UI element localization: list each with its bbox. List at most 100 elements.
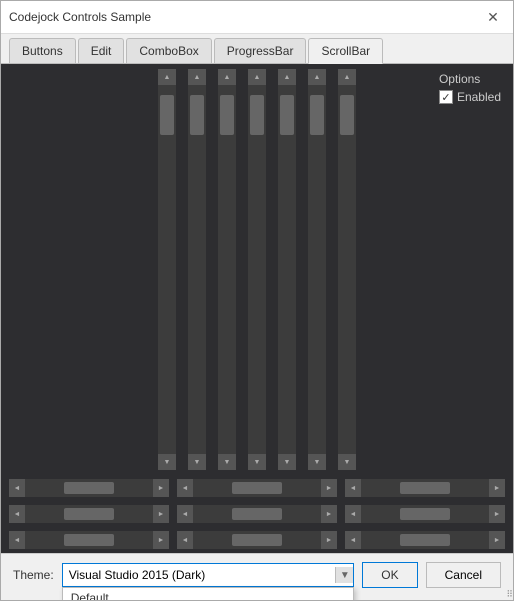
scroll-track-5 <box>278 85 296 454</box>
scroll-track-4 <box>248 85 266 454</box>
scroll-left-arrow-3-1[interactable]: ◄ <box>9 531 25 549</box>
hscrollbar-3-1[interactable]: ◄ ► <box>9 531 169 549</box>
hscrollbar-1-2[interactable]: ◄ ► <box>177 479 337 497</box>
scroll-up-arrow-6[interactable]: ▲ <box>308 69 326 85</box>
scroll-track-6 <box>308 85 326 454</box>
scroll-thumb-v-4[interactable] <box>250 95 264 135</box>
bottom-area: Theme: Visual Studio 2015 (Dark) ▼ Defau… <box>1 553 513 600</box>
scroll-right-arrow-2-2[interactable]: ► <box>321 505 337 523</box>
hscroll-track-2-1 <box>25 505 153 523</box>
options-panel: Options ✓ Enabled <box>439 72 501 104</box>
scroll-right-arrow-1-3[interactable]: ► <box>489 479 505 497</box>
theme-item-default[interactable]: Default <box>63 588 354 600</box>
scroll-thumb-v-7[interactable] <box>340 95 354 135</box>
hscroll-track-1-2 <box>193 479 321 497</box>
scroll-left-arrow-1-3[interactable]: ◄ <box>345 479 361 497</box>
scroll-down-arrow-5[interactable]: ▼ <box>278 454 296 470</box>
hscroll-thumb-2-1[interactable] <box>64 508 114 520</box>
scroll-left-arrow-2-2[interactable]: ◄ <box>177 505 193 523</box>
tab-scrollbar[interactable]: ScrollBar <box>308 38 383 64</box>
scroll-thumb-v-6[interactable] <box>310 95 324 135</box>
dropdown-arrow-icon: ▼ <box>335 567 353 583</box>
tab-combobox[interactable]: ComboBox <box>126 38 211 63</box>
vscrollbar-5[interactable]: ▲ ▼ <box>278 69 296 470</box>
scroll-down-arrow-2[interactable]: ▼ <box>188 454 206 470</box>
hscrollbar-2-1[interactable]: ◄ ► <box>9 505 169 523</box>
vscrollbar-6[interactable]: ▲ ▼ <box>308 69 326 470</box>
scroll-track-1 <box>158 85 176 454</box>
hscroll-thumb-1-1[interactable] <box>64 482 114 494</box>
scroll-right-arrow-3-2[interactable]: ► <box>321 531 337 549</box>
tab-edit[interactable]: Edit <box>78 38 125 63</box>
enabled-label: Enabled <box>457 90 501 104</box>
hscroll-track-2-3 <box>361 505 489 523</box>
hscrollbar-3-3[interactable]: ◄ ► <box>345 531 505 549</box>
scroll-right-arrow-2-1[interactable]: ► <box>153 505 169 523</box>
scroll-up-arrow-2[interactable]: ▲ <box>188 69 206 85</box>
scroll-left-arrow-3-3[interactable]: ◄ <box>345 531 361 549</box>
theme-selected-value: Visual Studio 2015 (Dark) <box>69 568 206 582</box>
hscrollbar-2-3[interactable]: ◄ ► <box>345 505 505 523</box>
theme-label: Theme: <box>13 568 54 582</box>
vscrollbar-4[interactable]: ▲ ▼ <box>248 69 266 470</box>
window-title: Codejock Controls Sample <box>9 10 151 24</box>
scroll-thumb-v-2[interactable] <box>190 95 204 135</box>
scroll-right-arrow-1-2[interactable]: ► <box>321 479 337 497</box>
resize-handle[interactable]: ⠿ <box>501 588 513 600</box>
scroll-left-arrow-2-3[interactable]: ◄ <box>345 505 361 523</box>
enabled-checkbox[interactable]: ✓ <box>439 90 453 104</box>
hscrollbar-1-1[interactable]: ◄ ► <box>9 479 169 497</box>
vscrollbar-7[interactable]: ▲ ▼ <box>338 69 356 470</box>
scroll-left-arrow-1-2[interactable]: ◄ <box>177 479 193 497</box>
close-button[interactable]: ✕ <box>481 7 505 27</box>
vscrollbar-2[interactable]: ▲ ▼ <box>188 69 206 470</box>
cancel-button[interactable]: Cancel <box>426 562 501 588</box>
hscroll-thumb-2-2[interactable] <box>232 508 282 520</box>
hscroll-thumb-3-3[interactable] <box>400 534 450 546</box>
scroll-thumb-v-3[interactable] <box>220 95 234 135</box>
hscroll-thumb-2-3[interactable] <box>400 508 450 520</box>
scroll-up-arrow-4[interactable]: ▲ <box>248 69 266 85</box>
scroll-down-arrow-7[interactable]: ▼ <box>338 454 356 470</box>
scroll-left-arrow-2-1[interactable]: ◄ <box>9 505 25 523</box>
scroll-down-arrow-3[interactable]: ▼ <box>218 454 236 470</box>
scroll-up-arrow-5[interactable]: ▲ <box>278 69 296 85</box>
scroll-track-3 <box>218 85 236 454</box>
hscroll-track-1-1 <box>25 479 153 497</box>
scroll-right-arrow-3-1[interactable]: ► <box>153 531 169 549</box>
tab-bar: Buttons Edit ComboBox ProgressBar Scroll… <box>1 34 513 64</box>
scroll-down-arrow-1[interactable]: ▼ <box>158 454 176 470</box>
scroll-track-7 <box>338 85 356 454</box>
scroll-up-arrow-3[interactable]: ▲ <box>218 69 236 85</box>
scroll-left-arrow-1-1[interactable]: ◄ <box>9 479 25 497</box>
scroll-thumb-v-1[interactable] <box>160 95 174 135</box>
scroll-thumb-v-5[interactable] <box>280 95 294 135</box>
scroll-up-arrow-1[interactable]: ▲ <box>158 69 176 85</box>
scroll-right-arrow-2-3[interactable]: ► <box>489 505 505 523</box>
hscrollbar-2-2[interactable]: ◄ ► <box>177 505 337 523</box>
hscroll-thumb-3-2[interactable] <box>232 534 282 546</box>
hscroll-thumb-1-2[interactable] <box>232 482 282 494</box>
hscroll-track-1-3 <box>361 479 489 497</box>
hscroll-track-3-2 <box>193 531 321 549</box>
hscroll-thumb-3-1[interactable] <box>64 534 114 546</box>
vscrollbar-3[interactable]: ▲ ▼ <box>218 69 236 470</box>
options-title: Options <box>439 72 501 86</box>
scroll-down-arrow-6[interactable]: ▼ <box>308 454 326 470</box>
tab-progressbar[interactable]: ProgressBar <box>214 38 307 63</box>
scroll-right-arrow-1-1[interactable]: ► <box>153 479 169 497</box>
tab-buttons[interactable]: Buttons <box>9 38 76 63</box>
demo-area: Options ✓ Enabled ▲ ▼ ▲ <box>1 64 513 553</box>
scroll-down-arrow-4[interactable]: ▼ <box>248 454 266 470</box>
vscrollbar-1[interactable]: ▲ ▼ <box>158 69 176 470</box>
hscroll-track-3-3 <box>361 531 489 549</box>
hscroll-thumb-1-3[interactable] <box>400 482 450 494</box>
ok-button[interactable]: OK <box>362 562 417 588</box>
theme-select[interactable]: Visual Studio 2015 (Dark) ▼ <box>62 563 355 587</box>
hscrollbar-1-3[interactable]: ◄ ► <box>345 479 505 497</box>
scroll-left-arrow-3-2[interactable]: ◄ <box>177 531 193 549</box>
hscrollbar-3-2[interactable]: ◄ ► <box>177 531 337 549</box>
scroll-right-arrow-3-3[interactable]: ► <box>489 531 505 549</box>
hscroll-row-3: ◄ ► ◄ ► ◄ <box>1 527 513 553</box>
scroll-up-arrow-7[interactable]: ▲ <box>338 69 356 85</box>
